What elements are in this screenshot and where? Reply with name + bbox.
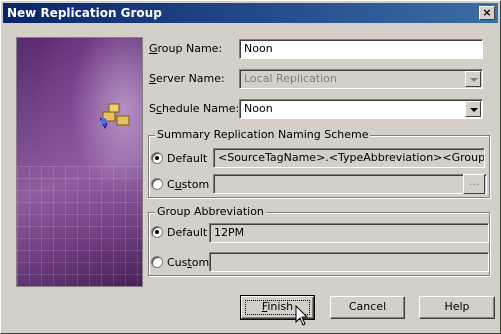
close-button[interactable]: ×: [479, 6, 495, 20]
browse-button[interactable]: ...: [463, 174, 485, 194]
title-bar[interactable]: New Replication Group ×: [3, 3, 498, 23]
naming-custom-label[interactable]: Custom: [167, 178, 209, 191]
abbrev-custom-radio[interactable]: [151, 256, 163, 268]
naming-custom-radio[interactable]: [151, 178, 163, 190]
schedule-name-select[interactable]: Noon: [239, 99, 483, 119]
close-icon: ×: [482, 6, 492, 19]
window-title: New Replication Group: [7, 6, 162, 20]
wizard-banner: [16, 37, 143, 287]
naming-default-radio[interactable]: [151, 152, 163, 164]
banner-grid-pattern: [17, 166, 142, 286]
abbrev-default-value: 12PM: [209, 223, 489, 243]
help-button[interactable]: Help: [419, 296, 495, 319]
group-abbreviation-title: Group Abbreviation: [155, 205, 266, 218]
dialog-window: New Replication Group × Group Name: Noon…: [0, 0, 501, 334]
replication-icon: [99, 103, 130, 130]
schedule-name-label: Schedule Name:: [149, 102, 240, 115]
cancel-button[interactable]: Cancel: [330, 296, 405, 319]
abbrev-custom-input[interactable]: [209, 252, 489, 272]
mouse-pointer-icon: [295, 305, 309, 326]
naming-default-label[interactable]: Default: [167, 152, 207, 165]
naming-custom-input[interactable]: [213, 174, 487, 194]
group-name-label: Group Name:: [149, 42, 223, 55]
abbrev-custom-label[interactable]: Custom: [167, 256, 209, 269]
server-name-select[interactable]: Local Replication: [239, 69, 483, 89]
abbrev-default-label[interactable]: Default: [167, 226, 207, 239]
server-name-label: Server Name:: [149, 72, 225, 85]
naming-default-value: <SourceTagName>.<TypeAbbreviation><Group…: [213, 148, 485, 168]
chevron-down-icon[interactable]: [465, 101, 481, 117]
group-name-input[interactable]: Noon: [239, 39, 483, 59]
chevron-down-icon[interactable]: [465, 71, 481, 87]
abbrev-default-radio[interactable]: [151, 226, 163, 238]
naming-scheme-title: Summary Replication Naming Scheme: [155, 128, 371, 141]
